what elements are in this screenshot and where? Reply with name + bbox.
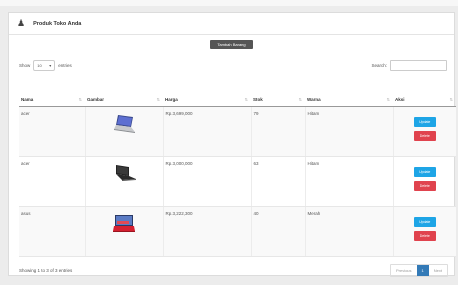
search-control: Search: xyxy=(371,59,447,71)
show-label: Show xyxy=(19,62,31,68)
cell-aksi: Update Delete xyxy=(393,206,456,257)
sort-icon: ⇅ xyxy=(386,97,390,102)
entries-select-value: 10 xyxy=(37,62,42,68)
laptop-red-image xyxy=(88,211,161,234)
pagination: Previous 1 Next xyxy=(389,264,448,277)
sort-asc-icon: ⇅ xyxy=(78,97,82,102)
cell-nama: asus xyxy=(19,206,86,257)
table-footer: Showing 1 to 3 of 3 entries Previous 1 N… xyxy=(19,264,448,277)
card-header: ♟ Produk Toko Anda xyxy=(9,13,454,35)
cell-warna: Hitam xyxy=(305,106,394,157)
cell-nama: acer xyxy=(19,156,86,207)
sort-icon: ⇅ xyxy=(244,97,248,102)
page-title: Produk Toko Anda xyxy=(33,20,82,27)
cell-gambar xyxy=(85,156,164,207)
row-actions: Update Delete xyxy=(396,161,455,191)
page-1-button[interactable]: 1 xyxy=(416,265,429,276)
delete-button[interactable]: Delete xyxy=(413,180,436,191)
products-card: ♟ Produk Toko Anda Tambah Barang Show 10… xyxy=(8,12,456,277)
column-aksi-label: Aksi xyxy=(395,97,405,103)
column-gambar[interactable]: Gambar ⇅ xyxy=(85,94,163,107)
update-button[interactable]: Update xyxy=(413,116,436,127)
cell-harga: Rp.3,699,000 xyxy=(163,106,252,157)
search-label: Search: xyxy=(371,62,387,68)
column-aksi[interactable]: Aksi ⇅ xyxy=(393,94,456,107)
cell-aksi: Update Delete xyxy=(393,106,456,157)
update-button[interactable]: Update xyxy=(413,216,436,227)
table-row: acer Rp.3,699,000 79 Hitam Update Delete xyxy=(19,106,456,157)
sort-icon: ⇅ xyxy=(449,97,453,102)
table-row: acer Rp.3,000,000 63 Hitam Update Delete xyxy=(19,156,456,207)
cell-warna: Hitam xyxy=(305,156,394,207)
laptop-black-image xyxy=(88,161,161,184)
column-nama-label: Nama xyxy=(21,97,34,103)
search-input[interactable] xyxy=(390,59,447,71)
add-button-wrap: Tambah Barang xyxy=(9,40,454,49)
cell-harga: Rp.3,222,300 xyxy=(163,206,252,257)
cell-gambar xyxy=(85,206,164,257)
cell-aksi: Update Delete xyxy=(393,156,456,207)
chevron-down-icon: ▾ xyxy=(49,62,52,68)
table-controls: Show 10 ▾ entries Search: xyxy=(19,58,447,72)
column-gambar-label: Gambar xyxy=(87,97,105,103)
delete-button[interactable]: Delete xyxy=(413,130,436,141)
entries-select[interactable]: 10 ▾ xyxy=(33,59,56,71)
sort-icon: ⇅ xyxy=(298,97,302,102)
cell-nama: acer xyxy=(19,106,86,157)
cell-harga: Rp.3,000,000 xyxy=(163,156,252,207)
laptop-red-icon xyxy=(113,214,135,232)
laptop-silver-icon xyxy=(114,114,135,133)
cell-warna: Merah xyxy=(305,206,394,257)
delete-button[interactable]: Delete xyxy=(413,230,436,241)
laptop-black-icon xyxy=(116,164,136,181)
sort-icon: ⇅ xyxy=(156,97,160,102)
update-button[interactable]: Update xyxy=(413,166,436,177)
top-bar xyxy=(0,0,458,6)
column-warna-label: Warna xyxy=(307,97,321,103)
column-stok-label: Stok xyxy=(253,97,263,103)
table-header-row: Nama ⇅ Gambar ⇅ Harga ⇅ Stok ⇅ Warna ⇅ Aksi ⇅ xyxy=(19,94,456,107)
table-info: Showing 1 to 3 of 3 entries xyxy=(19,268,73,273)
table-row: asus Rp.3,222,300 40 Merah Update Delete xyxy=(19,206,456,257)
cell-stok: 63 xyxy=(251,156,306,207)
column-stok[interactable]: Stok ⇅ xyxy=(251,94,305,107)
users-icon: ♟ xyxy=(17,18,26,28)
previous-button[interactable]: Previous xyxy=(391,265,417,276)
entries-label: entries xyxy=(58,62,72,68)
row-actions: Update Delete xyxy=(396,211,455,241)
row-actions: Update Delete xyxy=(396,111,455,141)
column-nama[interactable]: Nama ⇅ xyxy=(19,94,85,107)
column-warna[interactable]: Warna ⇅ xyxy=(305,94,393,107)
cell-stok: 79 xyxy=(251,106,306,157)
cell-gambar xyxy=(85,106,164,157)
products-table: Nama ⇅ Gambar ⇅ Harga ⇅ Stok ⇅ Warna ⇅ Aksi ⇅ … xyxy=(19,94,456,257)
column-harga[interactable]: Harga ⇅ xyxy=(163,94,251,107)
next-button[interactable]: Next xyxy=(429,265,447,276)
add-product-button[interactable]: Tambah Barang xyxy=(210,40,253,49)
length-control: Show 10 ▾ entries xyxy=(19,59,72,71)
laptop-silver-image xyxy=(88,111,161,134)
cell-stok: 40 xyxy=(251,206,306,257)
column-harga-label: Harga xyxy=(165,97,178,103)
